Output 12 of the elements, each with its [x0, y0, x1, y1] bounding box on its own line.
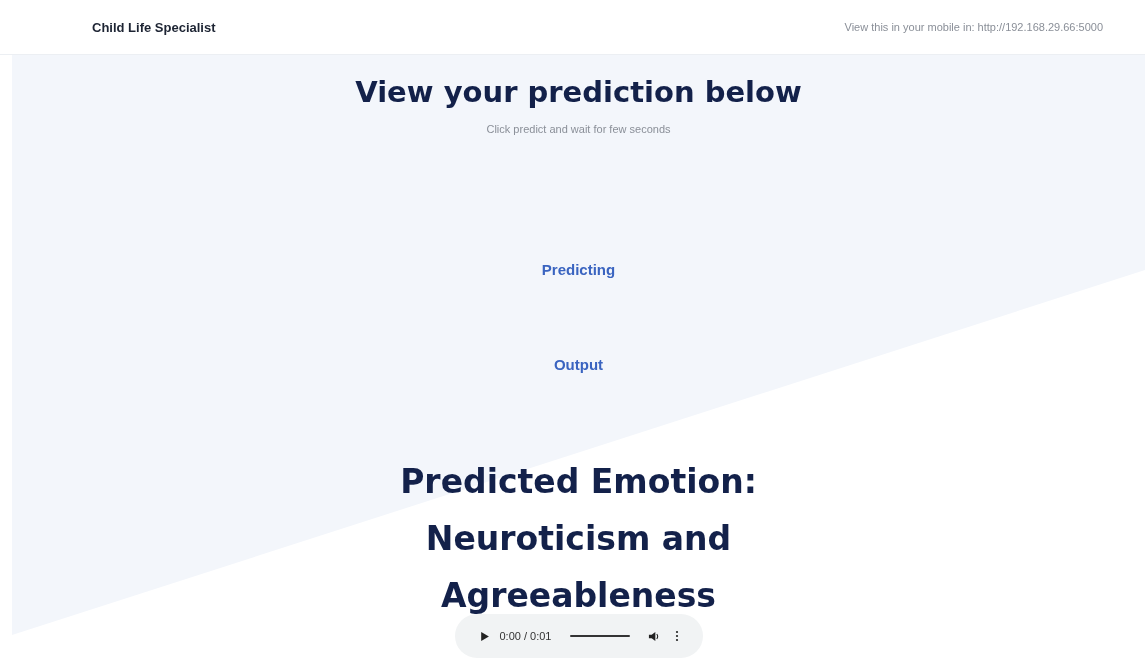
audio-player[interactable]: 0:00 / 0:01 — [454, 614, 703, 658]
status-text: Predicting — [541, 261, 616, 278]
page-subtitle: Click predict and wait for few seconds — [486, 123, 671, 135]
prediction-result: Predicted Emotion: Neuroticism and Agreeableness — [399, 461, 758, 617]
audio-time: 0:00 / 0:01 — [499, 630, 552, 642]
mobile-link-hint: View this in your mobile in: http://192.168.29.66:5000 — [844, 21, 1103, 33]
page-title: View your prediction below — [355, 75, 802, 109]
output-label: Output — [553, 356, 604, 373]
more-options-icon[interactable] — [674, 630, 679, 642]
volume-icon[interactable] — [647, 630, 659, 642]
play-icon[interactable] — [478, 630, 490, 642]
brand-name[interactable]: Child Life Specialist — [92, 19, 216, 35]
